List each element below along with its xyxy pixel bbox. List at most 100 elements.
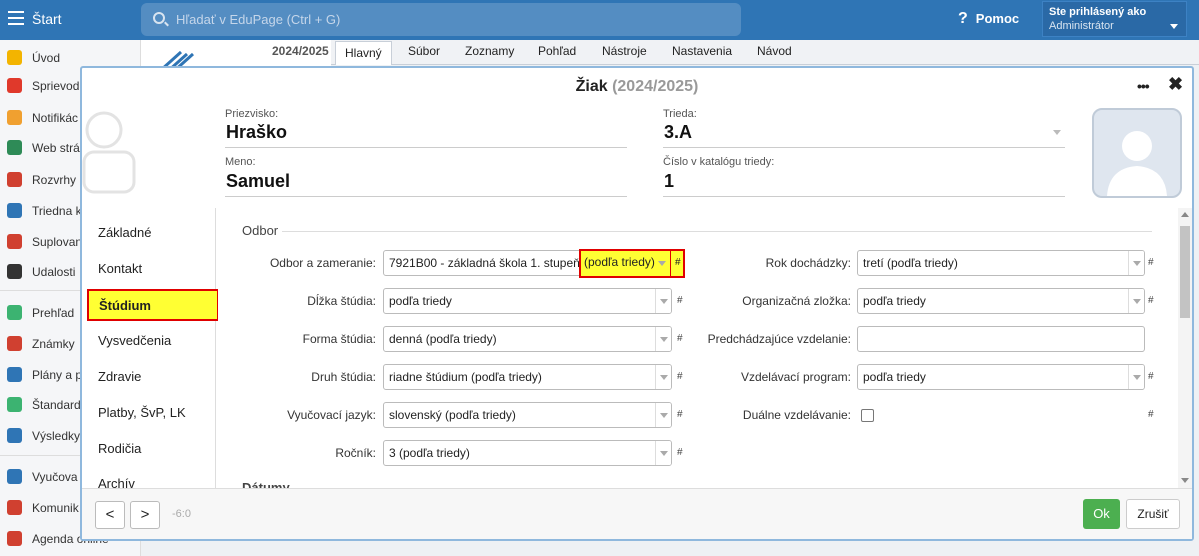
ok-button[interactable]: Ok [1083, 499, 1120, 529]
field-label-rok: Rok dochádzky: [765, 256, 851, 270]
predchadzajuce-input[interactable] [857, 326, 1145, 352]
class-dropdown-icon[interactable] [1053, 130, 1061, 135]
sidebar-item-label: Suplovan [32, 235, 83, 249]
help-label: Pomoc [975, 11, 1020, 26]
home-icon [7, 140, 22, 155]
class-label: Trieda: [663, 108, 697, 120]
field-label-dlzka: Dĺžka štúdia: [307, 294, 376, 308]
close-icon[interactable]: ✖ [1168, 74, 1183, 95]
sidebar-item-label: Známky [32, 337, 75, 351]
zlozka-select[interactable]: podľa triedy [857, 288, 1145, 314]
start-label[interactable]: Štart [32, 11, 62, 27]
logged-in-label: Ste prihlásený ako [1049, 6, 1147, 18]
catalog-underline [663, 196, 1065, 197]
section-odbor: Odbor [242, 223, 279, 238]
rocnik-hash-icon[interactable]: # [677, 447, 683, 458]
nav-studium[interactable]: Štúdium [87, 289, 219, 321]
section-datumy: Dátumy [242, 480, 290, 488]
odbor-chevron-icon [658, 261, 666, 266]
sidebar-item-label: Triedna k [32, 204, 82, 218]
program-select[interactable]: podľa triedy [857, 364, 1145, 390]
chat-icon [7, 500, 22, 515]
dialog-footer: < > -6:0 Ok Zrušiť [82, 488, 1192, 539]
jazyk-value: slovenský (podľa triedy) [389, 408, 516, 422]
rok-hash-icon[interactable]: # [1148, 257, 1154, 268]
briefcase-icon [7, 367, 22, 382]
nav-rodicia[interactable]: Rodičia [98, 441, 141, 456]
rocnik-select[interactable]: 3 (podľa triedy) [383, 440, 672, 466]
dlzka-value: podľa triedy [389, 294, 452, 308]
program-hash-icon[interactable]: # [1148, 371, 1154, 382]
next-button[interactable]: > [130, 501, 160, 529]
grid-icon [7, 172, 22, 187]
druh-value: riadne štúdium (podľa triedy) [389, 370, 542, 384]
nav-zakladne[interactable]: Základné [98, 225, 151, 240]
student-dialog: Žiak (2024/2025) ••• ✖ Priezvisko: Hrašk… [80, 66, 1194, 541]
nav-vysvedcenia[interactable]: Vysvedčenia [98, 333, 171, 348]
field-label-jazyk: Vyučovací jazyk: [287, 408, 376, 422]
odbor-value: 7921B00 - základná škola 1. stupeň [389, 256, 580, 270]
tab-subor[interactable]: Súbor [408, 44, 440, 58]
scroll-down-icon[interactable] [1181, 478, 1189, 483]
scroll-up-icon[interactable] [1181, 212, 1189, 217]
nav-platby[interactable]: Platby, ŠvP, LK [98, 405, 186, 420]
user-menu[interactable]: Ste prihlásený ako Administrátor [1042, 1, 1187, 37]
nav-kontakt[interactable]: Kontakt [98, 261, 142, 276]
jazyk-select[interactable]: slovenský (podľa triedy) [383, 402, 672, 428]
tab-pohlad[interactable]: Pohľad [538, 44, 576, 58]
tab-nastavenia[interactable]: Nastavenia [672, 44, 732, 58]
envelope-icon [7, 110, 22, 125]
record-position: -6:0 [172, 508, 191, 520]
calendar-icon [7, 264, 22, 279]
scroll-thumb[interactable] [1180, 226, 1190, 318]
chevron-down-icon [1128, 289, 1144, 313]
dialog-nav: Základné Kontakt Štúdium Vysvedčenia Zdr… [82, 208, 219, 491]
cancel-button[interactable]: Zrušiť [1126, 499, 1180, 529]
menu-icon[interactable] [8, 11, 24, 25]
tab-hlavny[interactable]: Hlavný [335, 41, 392, 65]
surname-value[interactable]: Hraško [226, 122, 287, 143]
help-button[interactable]: ? Pomoc [958, 10, 1019, 28]
odbor-inherit-text: (podľa triedy) [584, 255, 655, 269]
dialog-title: Žiak (2024/2025) [82, 78, 1192, 96]
tab-navod[interactable]: Návod [757, 44, 792, 58]
field-label-forma: Forma štúdia: [302, 332, 376, 346]
sidebar-item-label: Plány a p [32, 368, 83, 382]
sidebar-item-label: Štandard [32, 398, 81, 412]
dlzka-select[interactable]: podľa triedy [383, 288, 672, 314]
field-label-rocnik: Ročník: [335, 446, 376, 460]
star-icon [7, 50, 22, 65]
rok-select[interactable]: tretí (podľa triedy) [857, 250, 1145, 276]
search-input[interactable]: Hľadať v EduPage (Ctrl + G) [141, 3, 741, 36]
dualne-hash-icon[interactable]: # [1148, 409, 1154, 420]
sidebar-item-label: Komunik [32, 501, 79, 515]
top-bar: Štart Hľadať v EduPage (Ctrl + G) ? Pomoc… [0, 0, 1199, 40]
tab-zoznamy[interactable]: Zoznamy [465, 44, 514, 58]
field-label-zlozka: Organizačná zložka: [742, 294, 851, 308]
search-placeholder: Hľadať v EduPage (Ctrl + G) [176, 12, 341, 27]
catalog-value[interactable]: 1 [664, 171, 674, 192]
field-label-dualne: Duálne vzdelávanie: [742, 408, 851, 422]
sidebar-item-label: Vyučova [32, 470, 78, 484]
class-underline [663, 147, 1065, 148]
sidebar-item-label: Notifikác [32, 111, 79, 125]
student-photo[interactable] [1092, 108, 1182, 198]
sidebar-item-label: Úvod [32, 51, 61, 65]
field-label-program: Vzdelávací program: [740, 370, 851, 384]
book-icon [7, 203, 22, 218]
check-circle-icon [7, 305, 22, 320]
tab-nastroje[interactable]: Nástroje [602, 44, 647, 58]
forma-select[interactable]: denná (podľa triedy) [383, 326, 672, 352]
dualne-checkbox[interactable] [861, 409, 874, 422]
zlozka-value: podľa triedy [863, 294, 926, 308]
sidebar-item-label: Udalosti [32, 265, 76, 279]
content-scrollbar[interactable] [1178, 208, 1192, 488]
class-value[interactable]: 3.A [664, 122, 692, 143]
more-options-icon[interactable]: ••• [1137, 78, 1150, 94]
zlozka-hash-icon[interactable]: # [1148, 295, 1154, 306]
nav-zdravie[interactable]: Zdravie [98, 369, 141, 384]
druh-select[interactable]: riadne štúdium (podľa triedy) [383, 364, 672, 390]
prev-button[interactable]: < [95, 501, 125, 529]
name-value[interactable]: Samuel [226, 171, 290, 192]
sidebar-item-label: Sprievod [32, 79, 80, 93]
